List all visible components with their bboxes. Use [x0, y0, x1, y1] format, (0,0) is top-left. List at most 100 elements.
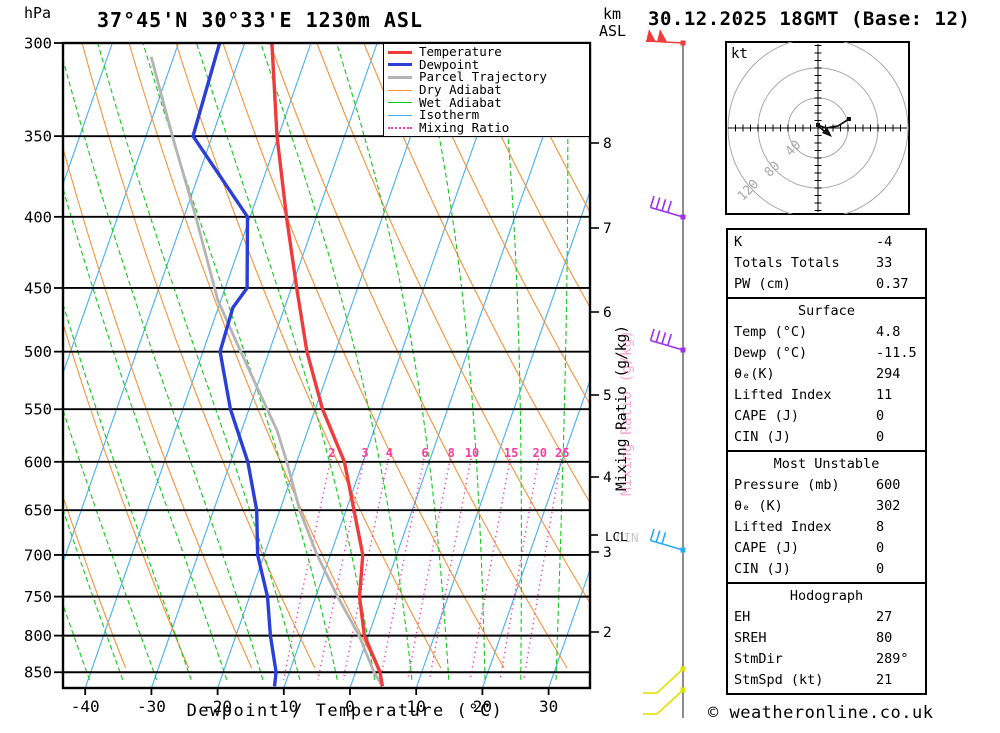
table-row: CIN (J) 0 [734, 559, 925, 580]
hodograph: 4080120 [725, 41, 910, 215]
svg-text:750: 750 [24, 588, 52, 606]
pressure-axis-ticks: 300 350 400 450 500 550 600 650 700 750 800 850 [24, 35, 63, 682]
table-row-label: EH [734, 609, 751, 625]
table-row-label: Pressure (mb) [734, 477, 840, 493]
table-row-label: CAPE (J) [734, 408, 800, 424]
chart-frame [61, 41, 592, 690]
table-row-label: Temp (°C) [734, 324, 808, 340]
table-row-label: SREH [734, 630, 767, 646]
svg-text:20: 20 [532, 446, 546, 460]
svg-text:700: 700 [24, 546, 52, 564]
hodograph-unit-label: kt [731, 46, 748, 62]
svg-text:2: 2 [603, 625, 612, 641]
table-row-label: CIN (J) [734, 561, 791, 577]
table-row: CAPE (J) 0 [734, 538, 925, 559]
table-row-label: PW (cm) [734, 276, 791, 292]
svg-text:25: 25 [555, 446, 569, 460]
table-row-value: 8 [876, 519, 885, 535]
table-row-label: Lifted Index [734, 519, 832, 535]
asl-unit-label: ASL [599, 22, 627, 40]
svg-text:450: 450 [24, 279, 52, 297]
svg-text:2: 2 [328, 446, 335, 460]
svg-text:300: 300 [24, 35, 52, 53]
table-section: K -4 Totals Totals 33 PW (cm) 0.37 [728, 230, 925, 299]
table-row: SREH 80 [734, 628, 925, 649]
table-row-value: 80 [876, 630, 893, 646]
wind-barb [649, 328, 686, 353]
svg-text:15: 15 [504, 446, 518, 460]
table-row-value: 0.37 [876, 276, 909, 292]
svg-text:8: 8 [603, 136, 612, 152]
table-row-value: -4 [876, 234, 893, 250]
table-row-value: 0 [876, 540, 885, 556]
legend-swatch-solid [388, 50, 412, 54]
legend-swatch-solid [388, 63, 412, 67]
table-row-value: 600 [876, 477, 901, 493]
temperature-curve [270, 43, 385, 687]
dewpoint-curve [191, 43, 278, 687]
table-row: θₑ(K) 294 [734, 364, 925, 385]
table-row-label: CIN (J) [734, 429, 791, 445]
wind-barb-staff [643, 29, 686, 718]
table-row-value: -11.5 [876, 345, 917, 361]
x-axis-label: Dewpoint / Temperature (°C) [186, 701, 504, 721]
km-axis-ticks: 8 7 6 5 4 3 2 [590, 136, 612, 641]
run-date-label: 30.12.2025 18GMT (Base: 12) [648, 8, 971, 30]
table-row: PW (cm) 0.37 [734, 274, 925, 295]
table-row-label: Totals Totals [734, 255, 840, 271]
svg-text:10: 10 [465, 446, 479, 460]
indices-table: K -4 Totals Totals 33 PW (cm) 0.37 Surface Temp… [726, 228, 927, 695]
svg-text:400: 400 [24, 208, 52, 226]
wind-barb [643, 687, 686, 715]
svg-text:800: 800 [24, 627, 52, 645]
table-row-value: 289° [876, 651, 909, 667]
table-row-label: StmSpd (kt) [734, 672, 824, 688]
svg-text:550: 550 [24, 401, 52, 419]
table-row-label: θₑ(K) [734, 366, 775, 382]
table-row-value: 0 [876, 408, 885, 424]
legend-swatch-solid [388, 89, 412, 91]
table-section: Surface Temp (°C) 4.8 Dewp (°C) -11.5 θₑ(K) 29… [728, 299, 925, 452]
table-row: K -4 [734, 232, 925, 253]
station-title: 37°45'N 30°33'E 1230m ASL [96, 8, 424, 32]
table-row: Lifted Index 8 [734, 517, 925, 538]
table-row-value: 0 [876, 561, 885, 577]
table-row-value: 27 [876, 609, 893, 625]
table-section-header: Hodograph [789, 588, 864, 604]
svg-text:5: 5 [603, 388, 612, 404]
table-row: Totals Totals 33 [734, 253, 925, 274]
table-row: θₑ (K) 302 [734, 496, 925, 517]
table-row: Lifted Index 11 [734, 385, 925, 406]
table-row-value: 11 [876, 387, 893, 403]
svg-text:4: 4 [386, 446, 393, 460]
wind-barb [649, 528, 686, 553]
wind-barb [649, 195, 686, 220]
svg-text:3: 3 [603, 545, 612, 561]
table-row: Dewp (°C) -11.5 [734, 343, 925, 364]
wind-barb [645, 29, 686, 46]
table-row: EH 27 [734, 607, 925, 628]
table-section-header: Most Unstable [773, 456, 880, 472]
svg-text:600: 600 [24, 453, 52, 471]
table-row-value: 0 [876, 429, 885, 445]
table-row-label: Lifted Index [734, 387, 832, 403]
table-row-value: 33 [876, 255, 893, 271]
svg-text:650: 650 [24, 502, 52, 520]
svg-text:-40: -40 [71, 697, 100, 716]
mixing-ratio-value-labels: 2 3 4 6 8 10 15 20 25 [328, 446, 569, 460]
table-row-value: 21 [876, 672, 893, 688]
svg-text:500: 500 [24, 343, 52, 361]
svg-text:3: 3 [361, 446, 368, 460]
wind-barb [643, 666, 686, 694]
svg-text:7: 7 [603, 221, 612, 237]
table-row: CAPE (J) 0 [734, 406, 925, 427]
legend-swatch-dotted [388, 126, 412, 129]
table-row-label: Dewp (°C) [734, 345, 808, 361]
table-row-label: CAPE (J) [734, 540, 800, 556]
table-row-label: StmDir [734, 651, 783, 667]
svg-text:850: 850 [24, 664, 52, 682]
legend-swatch-solid [388, 114, 412, 116]
copyright-text: © weatheronline.co.uk [708, 703, 934, 723]
table-row: CIN (J) 0 [734, 427, 925, 448]
table-row-value: 4.8 [876, 324, 901, 340]
